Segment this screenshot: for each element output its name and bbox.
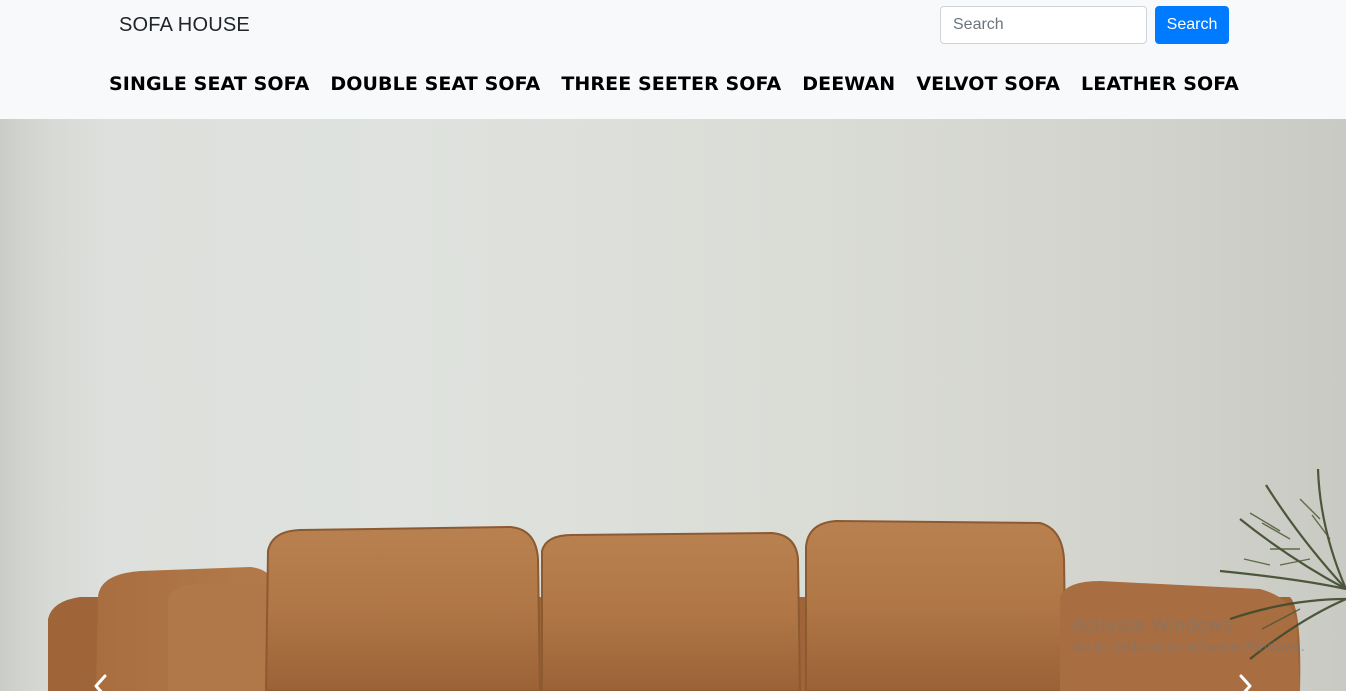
category-nav: SINGLE SEAT SOFA DOUBLE SEAT SOFA THREE … [0, 73, 1346, 95]
navbar: SOFA HOUSE Search SINGLE SEAT SOFA DOUBL… [0, 0, 1346, 119]
brand-link[interactable]: SOFA HOUSE [119, 14, 250, 37]
sofa-slide-image [0, 119, 1346, 691]
search-button[interactable]: Search [1155, 6, 1229, 44]
nav-link-single-seat-sofa[interactable]: SINGLE SEAT SOFA [109, 73, 309, 95]
chevron-left-icon [94, 674, 107, 691]
hero-carousel [0, 119, 1346, 691]
nav-link-leather-sofa[interactable]: LEATHER SOFA [1081, 73, 1239, 95]
search-form: Search [940, 6, 1229, 44]
carousel-prev-control[interactable] [90, 671, 110, 691]
carousel-next-control[interactable] [1236, 671, 1256, 691]
activate-windows-watermark: Activate Windows Go to Settings to activ… [1072, 614, 1305, 658]
nav-link-double-seat-sofa[interactable]: DOUBLE SEAT SOFA [330, 73, 540, 95]
nav-link-deewan[interactable]: DEEWAN [802, 73, 895, 95]
search-input[interactable] [940, 6, 1147, 44]
nav-link-velvot-sofa[interactable]: VELVOT SOFA [916, 73, 1060, 95]
chevron-right-icon [1239, 674, 1252, 691]
watermark-title: Activate Windows [1072, 615, 1232, 636]
watermark-subtitle: Go to Settings to activate Windows. [1072, 640, 1305, 655]
nav-link-three-seeter-sofa[interactable]: THREE SEETER SOFA [561, 73, 781, 95]
